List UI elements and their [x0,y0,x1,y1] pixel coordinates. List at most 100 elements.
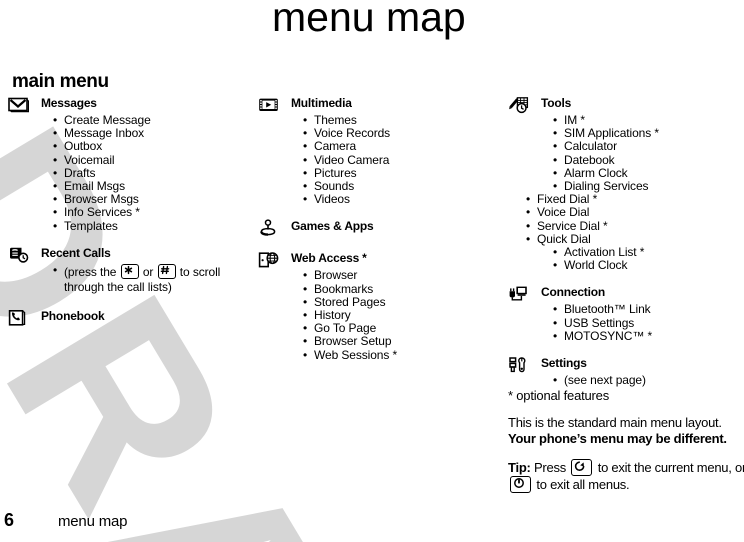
tools-icon [508,96,530,114]
list-item: • Videos [303,193,498,206]
list-item-label: Browser Msgs [64,192,139,207]
back-key-icon [571,459,593,476]
bullet-icon: • [53,262,58,277]
note-text-middle: or [142,264,154,279]
list-item-label: Quick Dial [537,231,591,246]
list-item-label: Voice Records [314,126,391,141]
manual-page: DRAFT menu map main menu Messages [0,0,744,542]
bullet-icon: • [303,334,308,349]
page-title: menu map [272,0,466,40]
envelope-icon [8,96,30,114]
list-item-label: Dialing Services [564,179,649,194]
list-item-label: Service Dial * [537,218,608,233]
menu-list: • Bluetooth™ Link • USB Settings • MOTOSYNC… [508,303,744,343]
bullet-icon: • [53,205,58,220]
bullet-icon: • [303,152,308,167]
section-heading: main menu [12,71,109,92]
optional-features-note: * optional features [508,388,609,403]
list-item-label: SIM Applications * [564,126,659,141]
menu-list: • (press the or to scroll through the ca… [8,262,248,295]
bullet-icon: • [303,281,308,296]
web-access-icon [258,251,280,269]
bullet-icon: • [526,205,531,220]
bullet-icon: • [553,373,558,388]
list-item-label: Video Camera [314,152,390,167]
group-header: Phonebook [8,309,248,327]
bullet-icon: • [303,268,308,283]
list-item-label: Message Inbox [64,126,145,141]
list-item-label: Bluetooth™ Link [564,302,651,317]
list-item-label: Create Message [64,113,151,127]
list-item-label: Outbox [64,139,103,154]
settings-icon [508,356,530,374]
group-header: Games & Apps [258,219,498,237]
list-item-label: Videos [314,192,350,207]
bullet-icon: • [553,152,558,167]
menu-group-connection: Connection • Bluetooth™ Link • USB Setting… [508,285,744,343]
list-item-label: Templates [64,218,118,233]
list-item-label: Browser [314,268,358,283]
menu-list: • Browser • Bookmarks • Stored Pages • Histo… [258,268,498,362]
connection-icon [508,285,530,303]
group-header: Web Access * [258,251,498,269]
star-key-icon [120,263,139,279]
menu-list: • Create Message • Message Inbox • Outbox •… [8,113,248,233]
bullet-icon: • [303,347,308,362]
bullet-icon: • [553,258,558,273]
list-item: • Templates [53,218,248,233]
group-title: Multimedia [291,96,352,110]
tip-text-after: to exit all menus. [536,477,630,492]
page-number: 6 [4,510,15,530]
list-item-label: USB Settings [564,315,635,330]
menu-group-web-access: Web Access * • Browser • Bookmarks • Stored… [258,251,498,361]
menu-list: • Themes • Voice Records • Camera • Video Ca… [258,113,498,206]
menu-list: • (see next page) [508,373,744,388]
bullet-icon: • [553,302,558,317]
list-item-label: Fixed Dial * [537,192,598,207]
group-title: Connection [541,285,605,300]
list-item-label: Alarm Clock [564,165,628,180]
list-item-label: Drafts [64,165,96,180]
list-item-label: Bookmarks [314,281,374,296]
group-title: Phonebook [41,308,105,323]
menu-group-messages: Messages • Create Message • Message Inbox … [8,96,248,233]
group-header: Connection [508,285,744,303]
layout-note-line: This is the standard main menu layout. [508,415,722,430]
list-item-label: World Clock [564,258,628,273]
bullet-icon: • [526,231,531,246]
group-header: Multimedia [258,96,498,114]
menu-group-recent-calls: Recent Calls • (press the or to scroll t… [8,246,248,295]
list-item: • (press the or to scroll through the ca… [53,262,248,295]
list-item-label: MOTOSYNC™ * [564,328,653,343]
menu-group-games-apps: Games & Apps [258,219,498,237]
power-key-icon [510,476,531,493]
list-item-label: Web Sessions * [314,347,398,362]
menu-group-phonebook: Phonebook [8,309,248,327]
group-title: Settings [541,356,587,371]
footer-title: menu map [58,513,128,530]
list-item-label: Pictures [314,165,357,180]
list-item: • (see next page) [553,373,744,388]
menu-column-2: Multimedia • Themes • Voice Records • Camer… [258,96,498,371]
bullet-icon: • [526,218,531,233]
menu-list-continued: • Activation List * • World Clock [508,245,744,273]
pound-key-icon [157,263,176,279]
menu-sublist: • Fixed Dial * • Voice Dial • Service Dial … [508,193,744,246]
group-header: Recent Calls [8,246,248,264]
group-title: Recent Calls [41,245,111,260]
list-item-label: Stored Pages [314,294,386,309]
list-item-label: Themes [314,113,357,127]
list-item: • MOTOSYNC™ * [553,328,744,343]
menu-group-multimedia: Multimedia • Themes • Voice Records • Camer… [258,96,498,206]
group-title: Messages [41,96,97,110]
menu-group-settings: Settings • (see next page) [508,356,744,387]
bullet-icon: • [553,328,558,343]
list-item-label: Sounds [314,179,355,194]
phonebook-icon [8,309,30,327]
menu-group-tools: Tools • IM * • SIM Applications * • Calcula… [508,96,744,272]
list-item-label: Voicemail [64,152,115,167]
games-apps-icon [258,219,280,237]
bullet-icon: • [553,139,558,154]
group-header: Messages [8,96,248,114]
bullet-icon: • [53,152,58,167]
